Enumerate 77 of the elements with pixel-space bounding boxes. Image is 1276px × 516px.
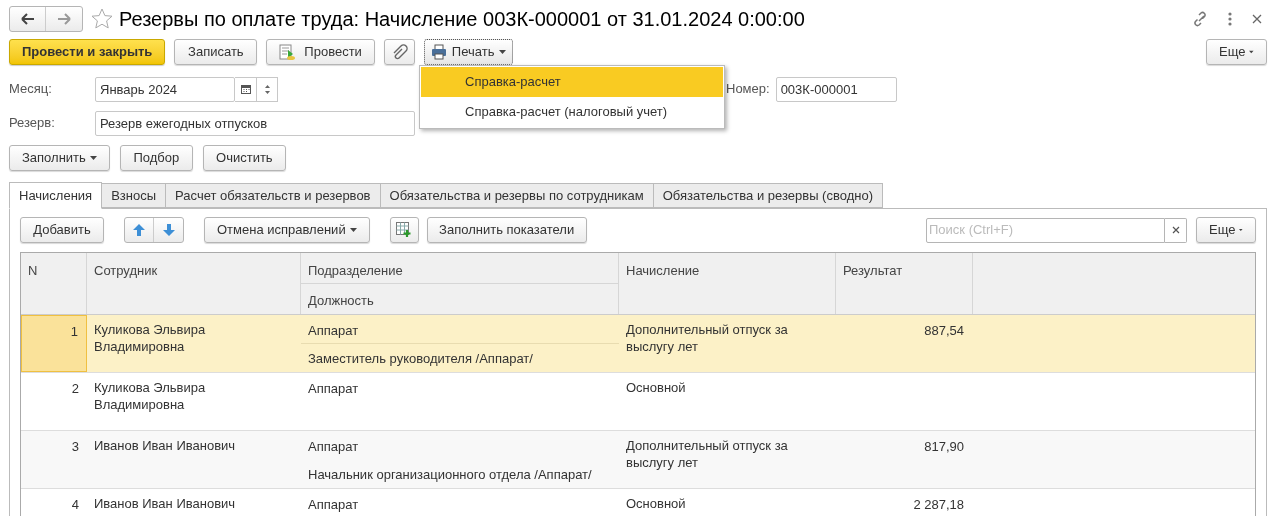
column-header: Должность [307,292,375,310]
attachment-button[interactable] [383,39,415,65]
row-number: 1 [21,315,87,372]
fill-button[interactable]: Заполнить [9,145,110,171]
position-cell-text: Заместитель руководителя /Аппарат/ [307,350,534,368]
tab[interactable]: Расчет обязательств и резервов [165,183,381,208]
save-button[interactable]: Записать [174,39,258,65]
more-icon [1228,12,1232,26]
menu-item[interactable]: Справка-расчет [421,67,723,97]
down-arrow-icon [162,224,175,236]
reserve-field[interactable]: Резерв ежегодных отпусков [95,110,415,136]
search-field[interactable]: Поиск (Ctrl+F) [926,217,1165,243]
window-title: Резервы по оплате труда: Начисление 003К-000001 от 31.01.2024 0:00:00 [119,7,805,32]
table-add-button[interactable] [389,217,419,243]
fill-indicators-button[interactable]: Заполнить показатели [426,217,587,243]
tab[interactable]: Обязательства и резервы (сводно) [652,183,883,208]
row-number: 2 [70,380,80,398]
result-cell: 887,54 [924,323,964,338]
post-button[interactable]: Провести [266,39,375,65]
department-cell: Аппарат [301,315,619,344]
clear-button[interactable]: Очистить [202,145,286,171]
calendar-button[interactable] [235,76,257,102]
star-icon[interactable] [91,8,113,30]
department-cell-text: Аппарат [307,380,360,398]
close-icon [1252,14,1262,24]
more-button[interactable]: Еще [1206,39,1267,65]
more-button[interactable]: Еще [1196,217,1256,243]
column-header: N [21,253,87,314]
caret-icon [1239,228,1243,232]
employee-cell-text: Куликова Эльвира Владимировна [93,321,207,356]
printer-icon [430,44,447,60]
add-button[interactable]: Добавить [20,217,104,243]
result-cell: 817,90 [924,439,964,454]
department-cell-text: Аппарат [307,496,360,514]
up-caret-icon [264,84,270,88]
accrual-cell-text: Дополнительный отпуск за выслугу лет [625,437,789,472]
clear-icon [1171,226,1180,234]
result-cell: 2 287,18 [913,497,964,512]
row-number: 4 [70,496,80,514]
number-field[interactable]: 003К-000001 [775,76,897,102]
down-caret-icon [264,90,270,94]
tab[interactable]: Взносы [101,183,167,208]
post-and-close-button[interactable]: Провести и закрыть [9,39,166,65]
undo-corrections-button[interactable]: Отмена исправлений [204,217,370,243]
field-label: Резерв: [9,114,56,133]
up-arrow-icon [133,224,145,236]
calendar-icon [240,84,251,94]
table-plus-icon [396,222,413,238]
accrual-cell-text: Основной [625,495,687,513]
column-header: Подразделение [301,253,618,284]
spin-button[interactable] [257,76,278,102]
employee-cell-text: Иванов Иван Иванович [93,495,237,513]
tab[interactable]: Обязательства и резервы по сотрудникам [379,183,654,208]
row-number: 3 [70,438,80,456]
employee-cell-text: Иванов Иван Иванович [93,437,237,455]
print-button[interactable]: Печать [423,39,514,65]
left-arrow-icon [20,13,35,25]
caret-icon [349,228,357,232]
caret-icon [1249,50,1254,54]
department-cell-text: Аппарат [307,438,360,456]
field-label: Номер: [726,80,770,99]
tab[interactable]: Начисления [9,182,103,209]
accrual-cell-text: Основной [625,379,687,397]
column-header: Начисление [619,253,836,314]
clear-search-button[interactable] [1165,217,1187,243]
accrual-cell-text: Дополнительный отпуск за выслугу лет [625,321,789,356]
caret-icon [499,50,507,54]
month-field[interactable]: Январь 2024 [95,76,235,102]
position-cell-text: Начальник организационного отдела /Аппарат/ [307,466,593,484]
column-header: Сотрудник [87,253,301,314]
field-label: Месяц: [9,80,53,99]
caret-icon [89,156,97,160]
post-document-icon [279,43,297,61]
employee-cell-text: Куликова Эльвира Владимировна [93,379,207,414]
right-arrow-icon [57,13,71,25]
link-icon [1192,11,1208,27]
pick-button[interactable]: Подбор [119,145,193,171]
